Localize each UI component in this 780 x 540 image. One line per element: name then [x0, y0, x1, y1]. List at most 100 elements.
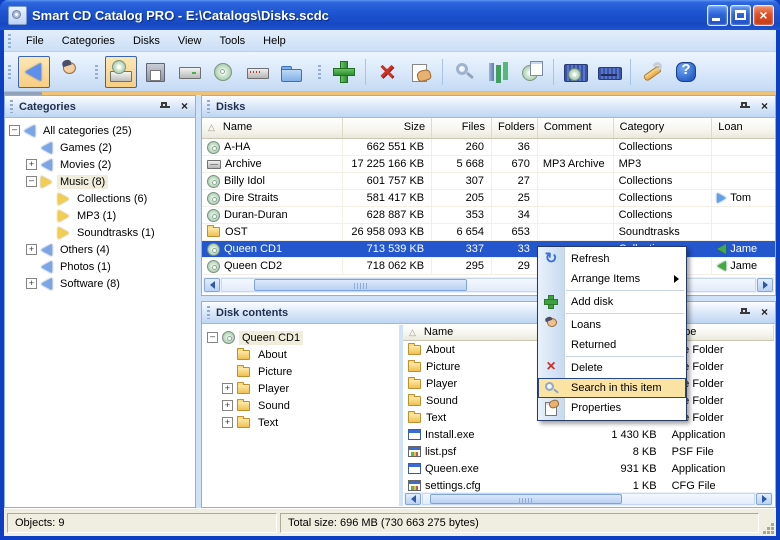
add-disk-button[interactable]	[328, 56, 360, 88]
tree-item-sound[interactable]: Sound	[203, 397, 399, 414]
scroll-right-button[interactable]	[757, 278, 773, 292]
column-header-folders[interactable]: Folders	[492, 118, 538, 138]
tree-item-mp3[interactable]: MP3 (1)	[5, 207, 195, 224]
help-button[interactable]	[670, 56, 702, 88]
expand-icon[interactable]	[26, 244, 37, 255]
file-list-horizontal-scrollbar[interactable]	[404, 492, 773, 506]
collapse-icon[interactable]	[207, 332, 218, 343]
tree-item-games[interactable]: Games (2)	[5, 139, 195, 156]
menu-disks[interactable]: Disks	[124, 32, 169, 50]
tree-item-movies[interactable]: Movies (2)	[5, 156, 195, 173]
toolbar-grip[interactable]	[318, 65, 321, 79]
menu-item-returned[interactable]: Returned	[538, 335, 686, 355]
column-header-category[interactable]: Category	[614, 118, 713, 138]
disk-row-billy-idol[interactable]: Billy Idol 601 757 KB 307 27 Collections	[202, 173, 775, 190]
column-header-loan[interactable]: Loan	[712, 118, 775, 138]
menu-tools[interactable]: Tools	[210, 32, 254, 50]
expand-icon[interactable]	[222, 383, 233, 394]
minimize-button[interactable]	[707, 5, 728, 26]
menu-item-arrange-items[interactable]: Arrange Items	[538, 269, 686, 289]
menu-file[interactable]: File	[17, 32, 53, 50]
scrollbar-track[interactable]	[422, 493, 755, 505]
disk-row-duran-duran[interactable]: Duran-Duran 628 887 KB 353 34 Collection…	[202, 207, 775, 224]
menu-item-delete[interactable]: Delete	[538, 358, 686, 378]
expand-icon[interactable]	[26, 278, 37, 289]
statistics-button[interactable]	[482, 56, 514, 88]
disk-row-queen-cd2[interactable]: Queen CD2 718 062 KB 295 29 Jame	[202, 258, 775, 275]
search-button[interactable]	[448, 56, 480, 88]
disk-row-ost[interactable]: OST 26 958 093 KB 6 654 653 Soundtrasks	[202, 224, 775, 241]
disk-row-dire-straits[interactable]: Dire Straits 581 417 KB 205 25 Collectio…	[202, 190, 775, 207]
file-row-list-psf[interactable]: list.psf8 KBPSF File	[403, 443, 774, 460]
scrollbar-thumb[interactable]	[254, 279, 467, 291]
tree-item-software[interactable]: Software (8)	[5, 275, 195, 292]
file-row-install-exe[interactable]: Install.exe1 430 KBApplication	[403, 426, 774, 443]
menu-item-search-in-this-item[interactable]: Search in this item	[538, 378, 686, 398]
scroll-left-button[interactable]	[204, 278, 220, 292]
options-button[interactable]	[636, 56, 668, 88]
menu-item-refresh[interactable]: Refresh	[538, 249, 686, 269]
tree-item-player[interactable]: Player	[203, 380, 399, 397]
close-button[interactable]: ×	[753, 5, 774, 26]
delete-disk-button[interactable]	[371, 56, 403, 88]
panel-close-icon[interactable]: ×	[758, 306, 771, 319]
tree-item-queen-cd1[interactable]: Queen CD1	[203, 329, 399, 346]
column-header-files[interactable]: Files	[432, 118, 492, 138]
column-header-comment[interactable]: Comment	[538, 118, 614, 138]
burn-cd-button[interactable]	[207, 56, 239, 88]
disk-row-a-ha[interactable]: A-HA 662 551 KB 260 36 Collections	[202, 139, 775, 156]
open-catalog-button[interactable]	[105, 56, 137, 88]
tree-item-picture[interactable]: Picture	[203, 363, 399, 380]
open-folder-button[interactable]	[275, 56, 307, 88]
pin-icon[interactable]	[159, 101, 171, 113]
report-button[interactable]	[516, 56, 548, 88]
open-tray-button[interactable]	[559, 56, 591, 88]
tree-item-soundtrasks[interactable]: Soundtrasks (1)	[5, 224, 195, 241]
column-header-size[interactable]: Size	[343, 118, 432, 138]
expand-icon[interactable]	[222, 400, 233, 411]
disk-row-queen-cd1-selected[interactable]: Queen CD1 713 539 KB 337 33 Collections …	[202, 241, 775, 258]
expand-icon[interactable]	[222, 417, 233, 428]
tree-item-text[interactable]: Text	[203, 414, 399, 431]
menu-item-properties[interactable]: Properties	[538, 398, 686, 418]
panel-grip[interactable]	[207, 100, 210, 113]
device-button[interactable]	[241, 56, 273, 88]
disks-horizontal-scrollbar[interactable]	[203, 277, 774, 293]
scroll-left-button[interactable]	[405, 493, 421, 505]
expand-icon[interactable]	[26, 159, 37, 170]
menu-view[interactable]: View	[169, 32, 211, 50]
menu-item-loans[interactable]: Loans	[538, 315, 686, 335]
tree-item-all-categories[interactable]: All categories (25)	[5, 122, 195, 139]
panel-close-icon[interactable]: ×	[178, 100, 191, 113]
pin-icon[interactable]	[739, 307, 751, 319]
menu-item-add-disk[interactable]: Add disk	[538, 292, 686, 312]
menu-help[interactable]: Help	[254, 32, 295, 50]
close-tray-button[interactable]	[593, 56, 625, 88]
collapse-icon[interactable]	[26, 176, 37, 187]
toolbar-grip[interactable]	[95, 65, 98, 79]
tree-item-photos[interactable]: Photos (1)	[5, 258, 195, 275]
menu-categories[interactable]: Categories	[53, 32, 124, 50]
save-button[interactable]	[139, 56, 171, 88]
export-drive-button[interactable]	[173, 56, 205, 88]
toolbar-grip[interactable]	[8, 65, 11, 79]
maximize-button[interactable]	[730, 5, 751, 26]
resize-grip[interactable]	[761, 521, 774, 534]
tree-item-about[interactable]: About	[203, 346, 399, 363]
pin-icon[interactable]	[739, 101, 751, 113]
loan-button[interactable]	[405, 56, 437, 88]
panel-grip[interactable]	[207, 306, 210, 319]
scroll-right-button[interactable]	[756, 493, 772, 505]
user-button[interactable]	[52, 56, 84, 88]
disk-row-archive[interactable]: Archive 17 225 166 KB 5 668 670 MP3 Arch…	[202, 156, 775, 173]
tree-item-collections[interactable]: Collections (6)	[5, 190, 195, 207]
panel-grip[interactable]	[10, 100, 13, 113]
collapse-icon[interactable]	[9, 125, 20, 136]
tree-item-music[interactable]: Music (8)	[5, 173, 195, 190]
menubar-grip[interactable]	[8, 34, 11, 48]
scrollbar-thumb[interactable]	[430, 494, 622, 504]
panel-close-icon[interactable]: ×	[758, 100, 771, 113]
column-header-name[interactable]: △Name	[202, 118, 343, 138]
tree-item-others[interactable]: Others (4)	[5, 241, 195, 258]
back-button[interactable]	[18, 56, 50, 88]
